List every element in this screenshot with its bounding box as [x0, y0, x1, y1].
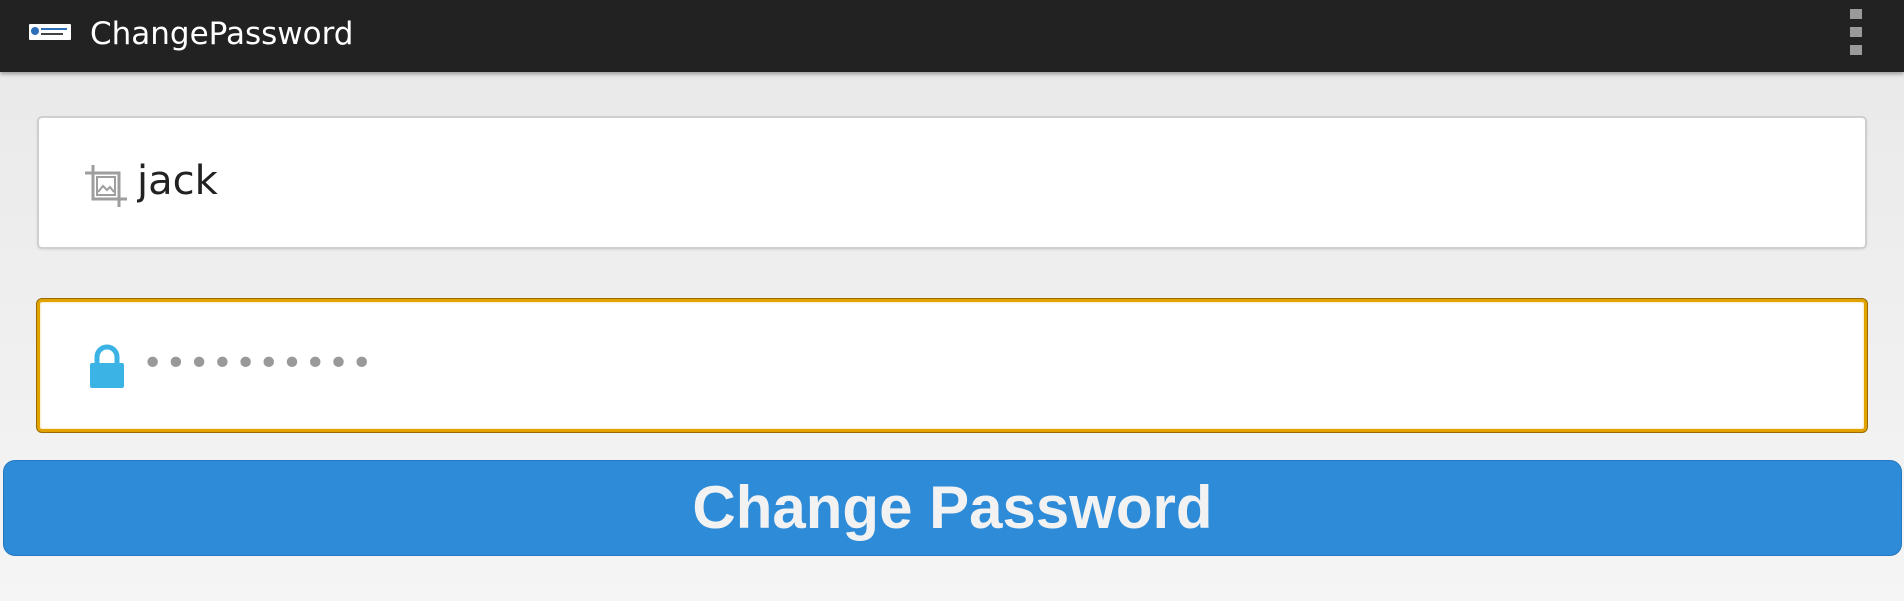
- username-input[interactable]: [137, 153, 1737, 209]
- lock-icon: [82, 342, 132, 392]
- change-password-button[interactable]: Change Password: [3, 460, 1902, 556]
- password-field[interactable]: ••••••••••: [37, 299, 1867, 432]
- app-title: ChangePassword: [90, 16, 354, 52]
- crop-image-icon: [81, 161, 131, 211]
- action-bar: ChangePassword: [0, 0, 1904, 72]
- overflow-menu-icon[interactable]: [1846, 9, 1866, 55]
- username-field[interactable]: [37, 116, 1867, 249]
- app-logo-icon: [29, 24, 71, 40]
- password-input[interactable]: ••••••••••: [142, 336, 1742, 392]
